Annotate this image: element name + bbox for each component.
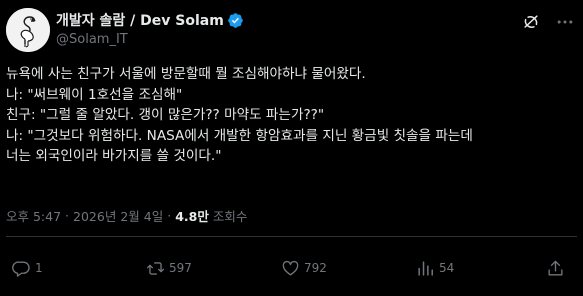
views-count: 4.8만 xyxy=(175,209,209,224)
views-label: 조회수 xyxy=(212,209,248,224)
retweet-count: 597 xyxy=(169,261,192,275)
flamingo-avatar-icon xyxy=(6,8,50,52)
verified-badge-icon xyxy=(228,12,243,28)
tweet-text: 뉴욕에 사는 친구가 서울에 방문할때 뭘 조심해야하냐 물어왔다. 나: "써… xyxy=(6,64,577,167)
more-icon xyxy=(557,20,573,24)
heart-icon xyxy=(282,260,299,276)
tweet-line: 나: "써브웨이 1호선을 조심해" xyxy=(6,86,183,103)
more-button[interactable] xyxy=(553,10,577,34)
meta-separator: · xyxy=(167,208,172,223)
reply-count: 1 xyxy=(35,261,43,275)
grok-icon xyxy=(524,15,538,28)
tweet-time[interactable]: 오후 5:47 xyxy=(6,206,61,225)
tweet-line: 너는 외국인이라 바가지를 쓸 것이다." xyxy=(6,148,222,164)
top-actions xyxy=(519,10,577,34)
meta-separator: · xyxy=(65,208,70,223)
grok-button[interactable] xyxy=(519,10,543,34)
avatar[interactable] xyxy=(6,8,50,52)
views-icon xyxy=(418,260,433,276)
tweet-date[interactable]: 2026년 2월 4일 xyxy=(73,206,163,225)
display-name[interactable]: 개발자 솔람 / Dev Solam xyxy=(56,10,224,30)
divider xyxy=(6,236,577,237)
tweet-header: 개발자 솔람 / Dev Solam @Solam_IT xyxy=(6,8,577,54)
bookmark-count-button[interactable]: 54 xyxy=(416,256,454,280)
reply-button[interactable]: 1 xyxy=(12,256,43,280)
name-row: 개발자 솔람 / Dev Solam xyxy=(56,10,244,30)
share-button[interactable] xyxy=(546,256,565,280)
action-bar: 1 597 792 54 xyxy=(6,256,577,280)
retweet-icon xyxy=(146,261,165,275)
tweet-line: 친구: "그럴 줄 알았다. 갱이 많은가?? 마약도 파는가??" xyxy=(6,107,325,123)
tweet-meta: 오후 5:47 · 2026년 2월 4일 · 4.8만 조회수 xyxy=(6,206,247,225)
retweet-button[interactable]: 597 xyxy=(146,256,192,280)
user-handle[interactable]: @Solam_IT xyxy=(56,32,128,47)
views-action-count: 54 xyxy=(439,261,455,275)
tweet-line: 뉴욕에 사는 친구가 서울에 방문할때 뭘 조심해야하냐 물어왔다. xyxy=(6,66,366,82)
reply-icon xyxy=(12,260,30,277)
tweet-line: 나: "그것보다 위험하다. NASA에서 개발한 항암효과를 지닌 황금빛 칫… xyxy=(6,127,473,144)
like-count: 792 xyxy=(304,261,327,275)
share-icon xyxy=(548,260,563,276)
like-button[interactable]: 792 xyxy=(281,256,327,280)
